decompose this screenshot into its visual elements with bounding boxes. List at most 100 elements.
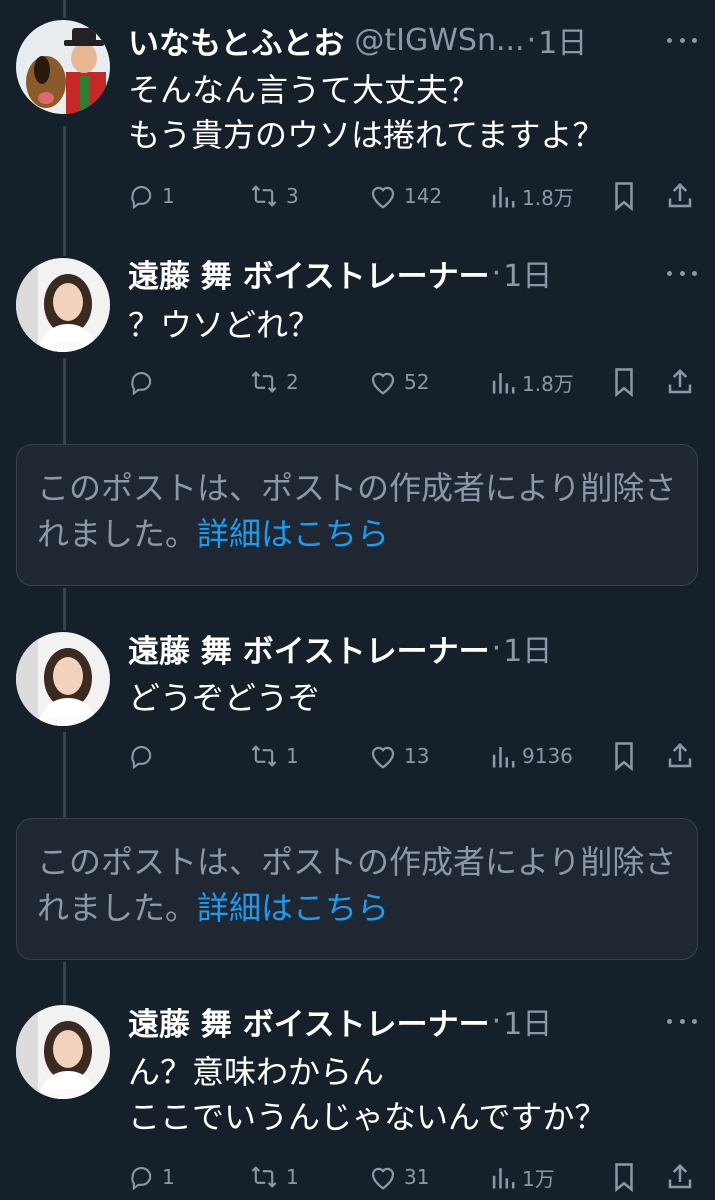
heart-icon bbox=[371, 746, 395, 769]
repost-icon bbox=[251, 1166, 277, 1188]
bookmark-button[interactable] bbox=[611, 176, 637, 216]
views-count: 1.8万 bbox=[522, 371, 574, 396]
repost-icon bbox=[251, 185, 277, 207]
separator-dot: · bbox=[491, 630, 502, 666]
deleted-post-notice: このポストは、ポストの作成者により削除されました。詳細はこちら bbox=[16, 444, 698, 586]
repost-count: 1 bbox=[286, 1165, 299, 1189]
views-button[interactable]: 1.8万 bbox=[490, 176, 574, 216]
post[interactable]: 遠藤 舞 ボイストレーナー · 1日 ？ウソどれ？ 2 52 1.8万 bbox=[0, 235, 715, 435]
reply-icon bbox=[131, 372, 152, 396]
views-button[interactable]: 1万 bbox=[490, 1157, 555, 1197]
more-icon[interactable] bbox=[667, 1006, 697, 1036]
views-icon bbox=[492, 747, 515, 768]
avatar-image bbox=[16, 20, 110, 114]
repost-count: 1 bbox=[286, 744, 299, 768]
action-bar: 1 1 31 1万 bbox=[128, 1157, 697, 1197]
views-count: 9136 bbox=[522, 744, 573, 768]
avatar[interactable] bbox=[16, 1005, 110, 1099]
bookmark-button[interactable] bbox=[611, 362, 637, 402]
views-count: 1万 bbox=[522, 1166, 555, 1191]
share-button[interactable] bbox=[665, 1157, 695, 1197]
views-icon bbox=[492, 187, 515, 208]
avatar-image bbox=[16, 258, 110, 352]
avatar-image bbox=[16, 632, 110, 726]
separator-dot: · bbox=[491, 1003, 502, 1039]
reply-button[interactable]: 1 bbox=[128, 1157, 175, 1197]
more-icon[interactable] bbox=[667, 25, 697, 55]
action-bar: 1 13 9136 bbox=[128, 736, 697, 776]
bookmark-button[interactable] bbox=[611, 736, 637, 776]
avatar[interactable] bbox=[16, 632, 110, 726]
bookmark-icon bbox=[615, 742, 633, 771]
like-button[interactable]: 13 bbox=[368, 736, 429, 776]
avatar[interactable] bbox=[16, 258, 110, 352]
deleted-post-notice: このポストは、ポストの作成者により削除されました。詳細はこちら bbox=[16, 818, 698, 960]
post[interactable]: いなもとふとお @tIGWSn... · 1日 そんなん言うて大丈夫？ もう貴方… bbox=[0, 0, 715, 230]
reply-button[interactable] bbox=[128, 362, 162, 402]
post-time[interactable]: 1日 bbox=[538, 18, 587, 62]
separator-dot: · bbox=[491, 255, 502, 291]
views-icon bbox=[492, 1168, 515, 1189]
reply-icon bbox=[131, 1167, 152, 1191]
repost-button[interactable]: 1 bbox=[248, 1157, 299, 1197]
post-time[interactable]: 1日 bbox=[503, 999, 552, 1043]
more-icon[interactable] bbox=[667, 258, 697, 288]
share-icon bbox=[668, 1163, 692, 1189]
views-count: 1.8万 bbox=[522, 185, 574, 210]
heart-icon bbox=[371, 372, 395, 395]
bookmark-icon bbox=[615, 1163, 633, 1192]
share-button[interactable] bbox=[665, 736, 695, 776]
share-icon bbox=[668, 182, 692, 208]
share-icon bbox=[668, 368, 692, 394]
reply-icon bbox=[131, 746, 152, 770]
avatar[interactable] bbox=[16, 20, 110, 114]
like-count: 13 bbox=[404, 744, 430, 768]
reply-icon bbox=[131, 186, 152, 210]
author-handle[interactable]: @tIGWSn... bbox=[354, 23, 524, 58]
author-name[interactable]: 遠藤 舞 ボイストレーナー bbox=[128, 999, 490, 1044]
heart-icon bbox=[371, 1167, 395, 1190]
like-count: 31 bbox=[404, 1165, 430, 1189]
action-bar: 2 52 1.8万 bbox=[128, 362, 697, 402]
like-button[interactable]: 31 bbox=[368, 1157, 429, 1197]
avatar-image bbox=[16, 1005, 110, 1099]
post-text: そんなん言うて大丈夫？ もう貴方のウソは捲れてますよ？ bbox=[128, 71, 605, 154]
post[interactable]: 遠藤 舞 ボイストレーナー · 1日 ん？意味わからん ここでいうんじゃないんで… bbox=[0, 985, 715, 1200]
author-name[interactable]: 遠藤 舞 ボイストレーナー bbox=[128, 626, 490, 671]
like-count: 142 bbox=[404, 184, 443, 208]
post-time[interactable]: 1日 bbox=[503, 251, 552, 295]
repost-button[interactable]: 2 bbox=[248, 362, 299, 402]
post-text: ？ウソどれ？ bbox=[128, 306, 321, 344]
reply-count: 1 bbox=[162, 1165, 175, 1189]
like-button[interactable]: 52 bbox=[368, 362, 429, 402]
share-button[interactable] bbox=[665, 362, 695, 402]
repost-count: 3 bbox=[286, 184, 299, 208]
repost-count: 2 bbox=[286, 370, 299, 394]
author-name[interactable]: いなもとふとお bbox=[128, 18, 344, 63]
like-button[interactable]: 142 bbox=[368, 176, 442, 216]
bookmark-icon bbox=[615, 182, 633, 211]
post-text: どうぞどうぞ bbox=[128, 679, 321, 717]
bookmark-button[interactable] bbox=[611, 1157, 637, 1197]
share-button[interactable] bbox=[665, 176, 695, 216]
details-link[interactable]: 詳細はこちら bbox=[197, 889, 389, 927]
reply-button[interactable]: 1 bbox=[128, 176, 175, 216]
reply-button[interactable] bbox=[128, 736, 162, 776]
views-icon bbox=[492, 373, 515, 394]
separator-dot: · bbox=[526, 22, 537, 58]
repost-icon bbox=[251, 371, 277, 393]
views-button[interactable]: 1.8万 bbox=[490, 362, 574, 402]
post[interactable]: 遠藤 舞 ボイストレーナー · 1日 どうぞどうぞ 1 13 9136 bbox=[0, 610, 715, 810]
post-time[interactable]: 1日 bbox=[503, 626, 552, 670]
post-text: ん？意味わからん ここでいうんじゃないんですか？ bbox=[128, 1053, 607, 1136]
repost-button[interactable]: 3 bbox=[248, 176, 299, 216]
repost-button[interactable]: 1 bbox=[248, 736, 299, 776]
details-link[interactable]: 詳細はこちら bbox=[197, 515, 389, 553]
author-name[interactable]: 遠藤 舞 ボイストレーナー bbox=[128, 251, 490, 296]
share-icon bbox=[668, 742, 692, 768]
bookmark-icon bbox=[615, 368, 633, 397]
heart-icon bbox=[371, 186, 395, 209]
repost-icon bbox=[251, 745, 277, 767]
action-bar: 1 3 142 1.8万 bbox=[128, 176, 697, 216]
views-button[interactable]: 9136 bbox=[490, 736, 573, 776]
